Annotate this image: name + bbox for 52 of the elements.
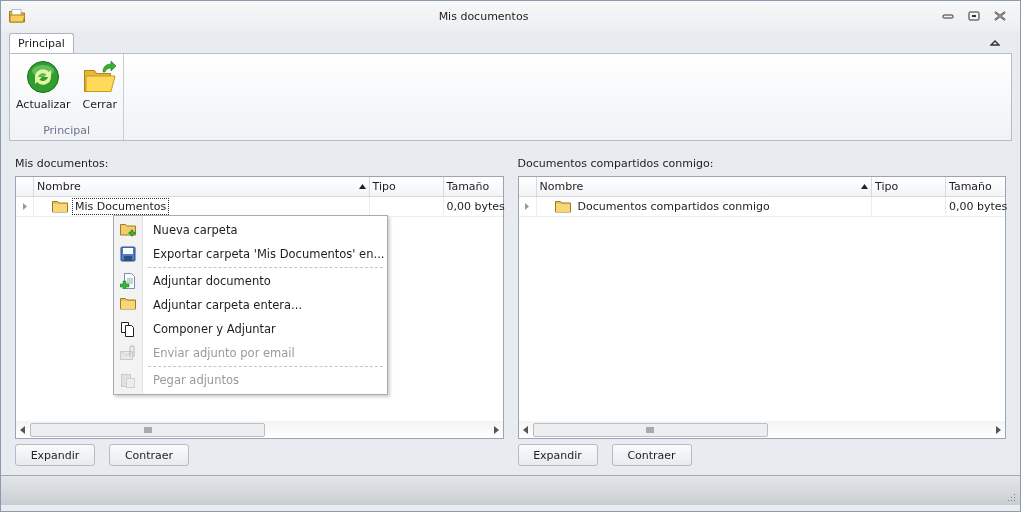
- folder-arrow-icon: [82, 60, 117, 94]
- folder-icon: [9, 9, 25, 23]
- folder-icon: [554, 200, 571, 213]
- collapse-icon[interactable]: [990, 39, 1000, 47]
- size-cell: 0,00 bytes: [442, 197, 503, 216]
- column-header[interactable]: Nombre: [33, 177, 369, 196]
- menu-item[interactable]: Adjuntar carpeta entera...: [114, 293, 387, 317]
- panel-title: Mis documentos:: [15, 157, 110, 170]
- minimize-icon[interactable]: [942, 11, 954, 21]
- document-add-icon: [120, 273, 136, 289]
- sort-icon: [861, 184, 868, 189]
- panel-button[interactable]: Expandir: [517, 444, 598, 466]
- column-header[interactable]: Tipo: [871, 177, 945, 196]
- menu-item[interactable]: Componer y Adjuntar: [114, 317, 387, 341]
- copy-icon: [120, 321, 136, 337]
- scroll-right-icon[interactable]: [995, 425, 1001, 434]
- paste-icon: [120, 372, 136, 388]
- scrollbar-thumb[interactable]: [532, 422, 768, 437]
- column-header[interactable]: Tamaño: [442, 177, 503, 196]
- expand-icon[interactable]: [22, 203, 27, 210]
- menu-item[interactable]: Nueva carpeta: [114, 218, 387, 242]
- ribbon-button[interactable]: Actualizar: [12, 58, 75, 118]
- ribbon-button[interactable]: Cerrar: [78, 58, 122, 118]
- menu-item[interactable]: Adjuntar documento: [114, 269, 387, 293]
- panel-button[interactable]: Expandir: [15, 444, 95, 466]
- tree-cell[interactable]: Documentos compartidos conmigo: [574, 198, 773, 215]
- scroll-left-icon[interactable]: [20, 425, 26, 434]
- ribbon-tab[interactable]: Principal: [9, 33, 74, 53]
- scrollbar-thumb[interactable]: [30, 422, 265, 437]
- expand-icon[interactable]: [525, 203, 529, 210]
- folder-icon: [120, 297, 136, 310]
- group-label: Principal: [42, 123, 91, 139]
- column-header[interactable]: Nombre: [535, 177, 871, 196]
- close-icon[interactable]: [994, 11, 1006, 21]
- folder-icon: [52, 200, 68, 213]
- size-cell: 0,00 bytes: [945, 197, 1005, 216]
- column-header[interactable]: Tamaño: [945, 177, 1005, 196]
- panel-button[interactable]: Contraer: [611, 444, 692, 466]
- resize-grip-icon[interactable]: [1006, 492, 1016, 502]
- menu-item[interactable]: Exportar carpeta 'Mis Documentos' en...: [114, 242, 387, 266]
- scroll-left-icon[interactable]: [522, 425, 529, 434]
- maximize-icon[interactable]: [968, 11, 980, 21]
- column-header[interactable]: Tipo: [368, 177, 443, 196]
- scroll-right-icon[interactable]: [492, 425, 499, 434]
- sort-icon: [358, 184, 366, 189]
- folder-add-icon: [120, 222, 136, 238]
- panel-button[interactable]: Contraer: [109, 444, 189, 466]
- refresh-icon: [26, 60, 61, 94]
- save-icon: [120, 246, 136, 262]
- window-title: Mis documentos: [437, 9, 530, 23]
- panel-title: Documentos compartidos conmigo:: [517, 157, 715, 170]
- mail-attachment-icon: [120, 345, 136, 361]
